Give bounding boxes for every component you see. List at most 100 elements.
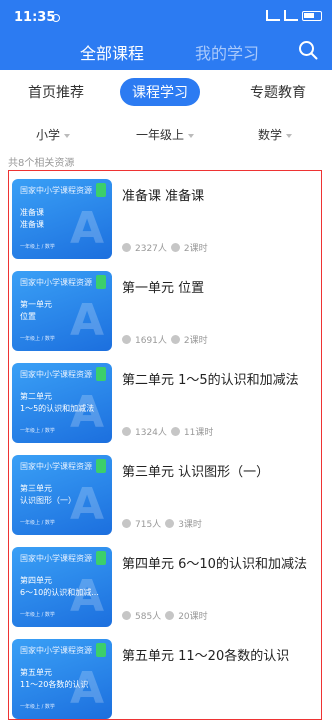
course-meta: 1324人 11课时	[122, 425, 213, 438]
filter-stage[interactable]: 小学	[36, 126, 71, 143]
battery-icon	[302, 10, 322, 21]
status-icons	[266, 10, 322, 21]
caret-down-icon	[286, 133, 293, 138]
thumb-logo: 国家中小学课程资源	[20, 186, 92, 195]
thumb-line1: 第一单元	[20, 300, 52, 309]
tab-my-learning[interactable]: 我的学习	[195, 40, 259, 64]
thumb-grade: 一年级上 / 数学	[20, 428, 55, 434]
subtab-home[interactable]: 首页推荐	[28, 82, 84, 102]
thumb-line2: 位置	[20, 312, 36, 321]
user-icon	[122, 519, 131, 528]
thumb-line1: 第二单元	[20, 392, 52, 401]
thumb-line1: 第四单元	[20, 576, 52, 585]
caret-down-icon	[188, 133, 195, 138]
thumb-line1: 第五单元	[20, 668, 52, 677]
lesson-count: 2课时	[183, 244, 208, 254]
signal-icon-2	[284, 10, 298, 21]
subtab-bar: 首页推荐 课程学习 专题教育	[0, 74, 332, 114]
bookmark-icon	[96, 183, 106, 197]
course-title: 准备课 准备课	[122, 189, 205, 204]
thumb-grade: 一年级上 / 数学	[20, 612, 55, 618]
filter-stage-label: 小学	[36, 128, 61, 142]
course-title: 第一单元 位置	[122, 281, 205, 296]
course-title: 第二单元 1～5的认识和加减法	[122, 373, 299, 388]
learner-count: 2327人	[135, 244, 167, 254]
user-icon	[122, 335, 131, 344]
thumb-logo: 国家中小学课程资源	[20, 554, 92, 563]
top-bar: 11:35 全部课程 我的学习	[0, 0, 332, 70]
subtab-special-education[interactable]: 专题教育	[250, 82, 306, 102]
course-thumbnail: 国家中小学课程资源 A 准备课 准备课 一年级上 / 数学	[12, 179, 112, 259]
signal-icon	[266, 10, 280, 21]
course-item[interactable]: 国家中小学课程资源 A 第四单元 6～10的认识和加减... 一年级上 / 数学…	[9, 539, 321, 631]
filter-bar: 小学 一年级上 数学	[0, 120, 332, 148]
user-icon	[122, 427, 131, 436]
user-icon	[122, 243, 131, 252]
resource-count: 共8个相关资源	[8, 158, 75, 169]
course-title: 第五单元 11～20各数的认识	[122, 649, 290, 664]
thumb-line2: 11～20各数的认识	[20, 680, 89, 689]
clock-icon	[170, 427, 180, 436]
course-thumbnail: 国家中小学课程资源 A 第二单元 1～5的认识和加减法 一年级上 / 数学	[12, 363, 112, 443]
status-bar: 11:35	[0, 0, 332, 36]
caret-down-icon	[64, 133, 71, 138]
filter-grade[interactable]: 一年级上	[136, 126, 195, 143]
thumb-grade: 一年级上 / 数学	[20, 336, 55, 342]
course-list: 国家中小学课程资源 A 准备课 准备课 一年级上 / 数学 准备课 准备课 23…	[8, 170, 322, 720]
notification-icon	[52, 14, 60, 22]
thumb-grade: 一年级上 / 数学	[20, 520, 55, 526]
clock-icon	[170, 243, 180, 252]
lesson-count: 11课时	[183, 428, 214, 438]
subtab-course-study[interactable]: 课程学习	[120, 78, 200, 106]
filter-grade-label: 一年级上	[136, 128, 185, 142]
learner-count: 1324人	[135, 428, 167, 438]
learner-count: 1691人	[135, 336, 167, 346]
user-icon	[122, 611, 131, 620]
thumb-logo: 国家中小学课程资源	[20, 370, 92, 379]
search-icon[interactable]	[298, 40, 318, 60]
filter-subject[interactable]: 数学	[258, 126, 293, 143]
course-meta: 715人 3课时	[122, 517, 202, 530]
status-time: 11:35	[14, 10, 56, 25]
bookmark-icon	[96, 459, 106, 473]
filter-subject-label: 数学	[258, 128, 283, 142]
thumb-line2: 认识图形（一）	[20, 496, 76, 505]
clock-icon	[170, 335, 180, 344]
course-item[interactable]: 国家中小学课程资源 A 第三单元 认识图形（一） 一年级上 / 数学 第三单元 …	[9, 447, 321, 539]
learner-count: 585人	[135, 612, 162, 622]
thumb-line2: 6～10的认识和加减...	[20, 588, 99, 597]
bookmark-icon	[96, 275, 106, 289]
course-item[interactable]: 国家中小学课程资源 A 第二单元 1～5的认识和加减法 一年级上 / 数学 第二…	[9, 355, 321, 447]
bookmark-icon	[96, 643, 106, 657]
clock-icon	[165, 519, 175, 528]
thumb-grade: 一年级上 / 数学	[20, 244, 55, 250]
learner-count: 715人	[135, 520, 162, 530]
course-thumbnail: 国家中小学课程资源 A 第一单元 位置 一年级上 / 数学	[12, 271, 112, 351]
course-item[interactable]: 国家中小学课程资源 A 第五单元 11～20各数的认识 一年级上 / 数学 第五…	[9, 631, 321, 719]
course-thumbnail: 国家中小学课程资源 A 第五单元 11～20各数的认识 一年级上 / 数学	[12, 639, 112, 719]
course-item[interactable]: 国家中小学课程资源 A 准备课 准备课 一年级上 / 数学 准备课 准备课 23…	[9, 171, 321, 263]
lesson-count: 20课时	[178, 612, 208, 622]
course-title: 第四单元 6～10的认识和加减法	[122, 557, 307, 572]
letter-a-graphic: A	[70, 203, 105, 254]
lesson-count: 2课时	[183, 336, 208, 346]
thumb-line2: 1～5的认识和加减法	[20, 404, 95, 413]
thumb-grade: 一年级上 / 数学	[20, 704, 55, 710]
course-item[interactable]: 国家中小学课程资源 A 第一单元 位置 一年级上 / 数学 第一单元 位置 16…	[9, 263, 321, 355]
tab-all-courses[interactable]: 全部课程	[80, 40, 144, 64]
thumb-line1: 准备课	[20, 208, 44, 217]
bookmark-icon	[96, 551, 106, 565]
bookmark-icon	[96, 367, 106, 381]
course-meta: 585人 20课时	[122, 609, 208, 622]
course-thumbnail: 国家中小学课程资源 A 第三单元 认识图形（一） 一年级上 / 数学	[12, 455, 112, 535]
thumb-line1: 第三单元	[20, 484, 52, 493]
course-thumbnail: 国家中小学课程资源 A 第四单元 6～10的认识和加减... 一年级上 / 数学	[12, 547, 112, 627]
thumb-logo: 国家中小学课程资源	[20, 646, 92, 655]
lesson-count: 3课时	[178, 520, 202, 530]
thumb-logo: 国家中小学课程资源	[20, 278, 92, 287]
course-meta: 1691人 2课时	[122, 333, 208, 346]
thumb-line2: 准备课	[20, 220, 44, 229]
thumb-logo: 国家中小学课程资源	[20, 462, 92, 471]
course-title: 第三单元 认识图形（一）	[122, 465, 270, 480]
course-meta: 2327人 2课时	[122, 241, 208, 254]
